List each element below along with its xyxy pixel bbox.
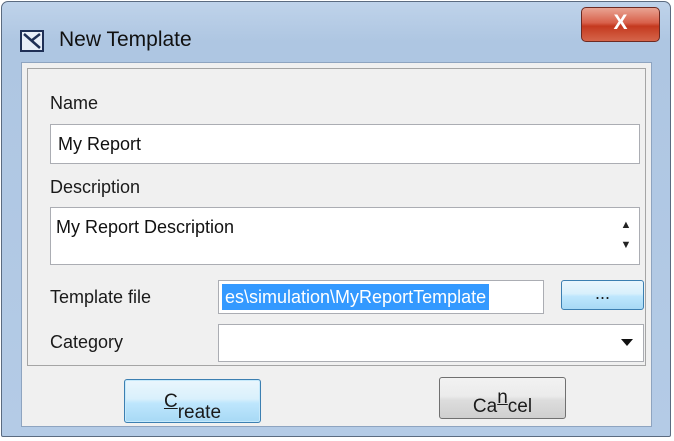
template-file-selected-text[interactable]: es\simulation\MyReportTemplate xyxy=(222,284,490,310)
template-app-icon xyxy=(20,30,44,52)
scroll-up-arrow-icon[interactable]: ▲ xyxy=(619,219,633,231)
cancel-button[interactable]: Cancel xyxy=(439,377,566,419)
dialog-title: New Template xyxy=(59,28,192,51)
create-button-label: Create xyxy=(163,391,222,423)
close-icon: X xyxy=(613,11,628,34)
form-panel: Name Description My Report Description ▲… xyxy=(27,68,646,366)
create-button[interactable]: Create xyxy=(124,379,261,423)
category-label: Category xyxy=(50,332,124,352)
category-dropdown[interactable] xyxy=(218,324,644,362)
browse-button[interactable]: ... xyxy=(561,280,644,310)
title-bar[interactable]: New Template X xyxy=(2,2,670,52)
description-text: My Report Description xyxy=(56,217,235,237)
close-button[interactable]: X xyxy=(581,7,660,42)
dialog-window: New Template X Name Description My Repor… xyxy=(1,1,671,437)
name-label: Name xyxy=(50,93,99,113)
description-label: Description xyxy=(50,177,141,197)
dialog-content: Name Description My Report Description ▲… xyxy=(21,62,652,427)
name-field[interactable] xyxy=(50,124,640,164)
template-file-field[interactable]: es\simulation\MyReportTemplate xyxy=(218,280,544,314)
cancel-button-label: Cancel xyxy=(472,387,533,417)
name-input[interactable] xyxy=(58,134,628,155)
chevron-down-icon[interactable] xyxy=(621,339,633,346)
scroll-down-arrow-icon[interactable]: ▼ xyxy=(619,239,633,251)
browse-button-label: ... xyxy=(594,283,610,303)
template-file-label: Template file xyxy=(50,287,152,307)
description-field[interactable]: My Report Description ▲ ▼ xyxy=(50,207,640,265)
